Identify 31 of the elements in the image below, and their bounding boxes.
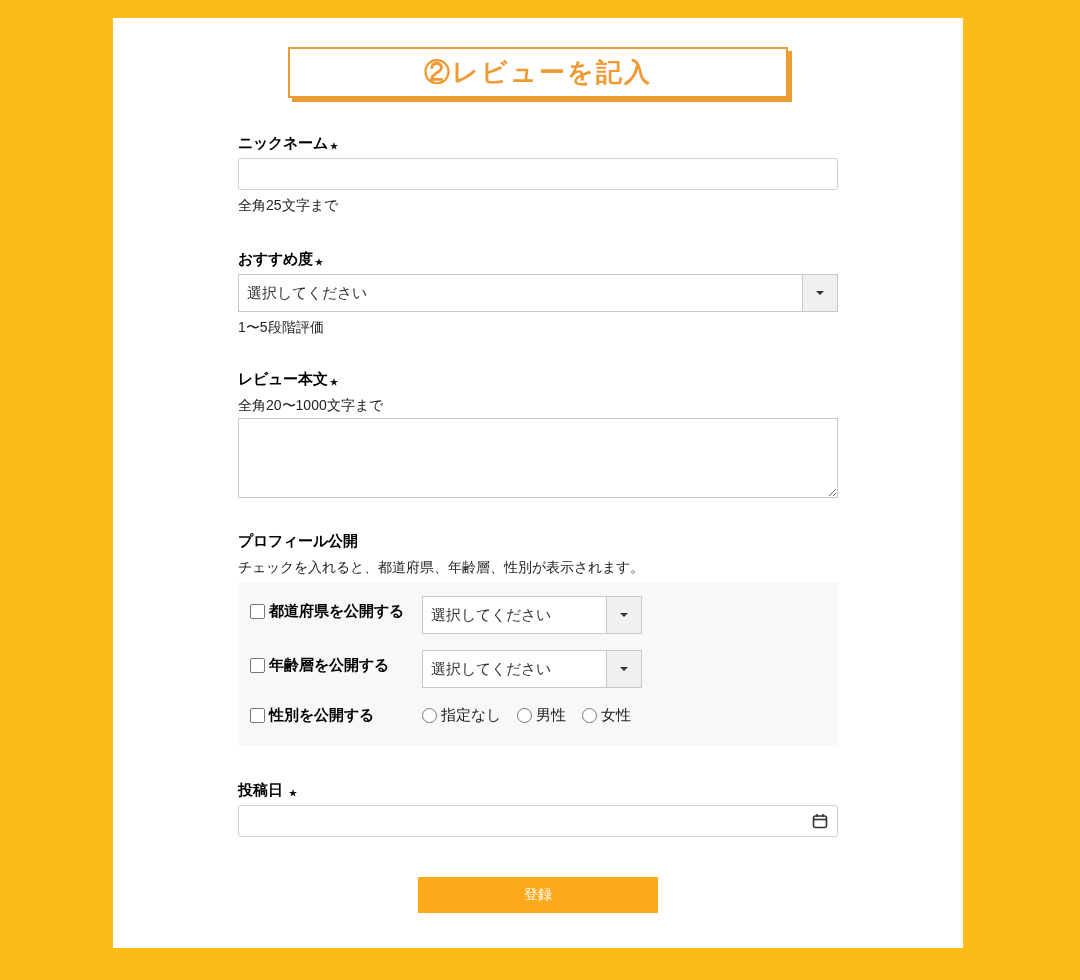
checkbox[interactable] — [250, 603, 265, 619]
checkbox-label: 年齢層を公開する — [269, 655, 389, 675]
radio-label: 女性 — [601, 705, 631, 725]
text-field[interactable] — [238, 158, 838, 190]
field-hint: 全角25文字まで — [238, 196, 339, 215]
date-field[interactable] — [238, 804, 838, 837]
section-description: チェックを入れると、都道府県、年齢層、性別が表示されます。 — [238, 558, 645, 577]
select-field[interactable]: 選択してください — [422, 596, 642, 634]
checkbox-label: 都道府県を公開する — [269, 601, 404, 621]
field-hint: 1〜5段階評価 — [238, 318, 325, 337]
radio-label: 男性 — [536, 705, 566, 725]
checkbox[interactable] — [250, 707, 265, 723]
field-label: プロフィール公開 — [238, 531, 358, 551]
radio-button[interactable] — [582, 707, 597, 723]
radio-label: 指定なし — [441, 705, 501, 725]
calendar-icon[interactable] — [812, 812, 828, 829]
field-label: おすすめ度 — [238, 249, 313, 269]
field-note: 全角20〜1000文字まで — [238, 396, 384, 415]
caret-icon — [620, 613, 628, 617]
caret-icon — [816, 291, 824, 295]
text-area[interactable] — [238, 418, 838, 498]
select-field[interactable]: 選択してください — [422, 650, 642, 688]
radio-button[interactable] — [517, 707, 532, 723]
caret-icon — [620, 667, 628, 671]
select-field[interactable]: 選択してください — [238, 274, 838, 312]
field-label: 投稿日 — [238, 779, 283, 800]
radio-button[interactable] — [422, 707, 437, 723]
checkbox-label: 性別を公開する — [269, 705, 374, 725]
field-label: レビュー本文 — [238, 369, 328, 389]
checkbox[interactable] — [250, 657, 265, 673]
field-label: ニックネーム — [238, 133, 328, 153]
